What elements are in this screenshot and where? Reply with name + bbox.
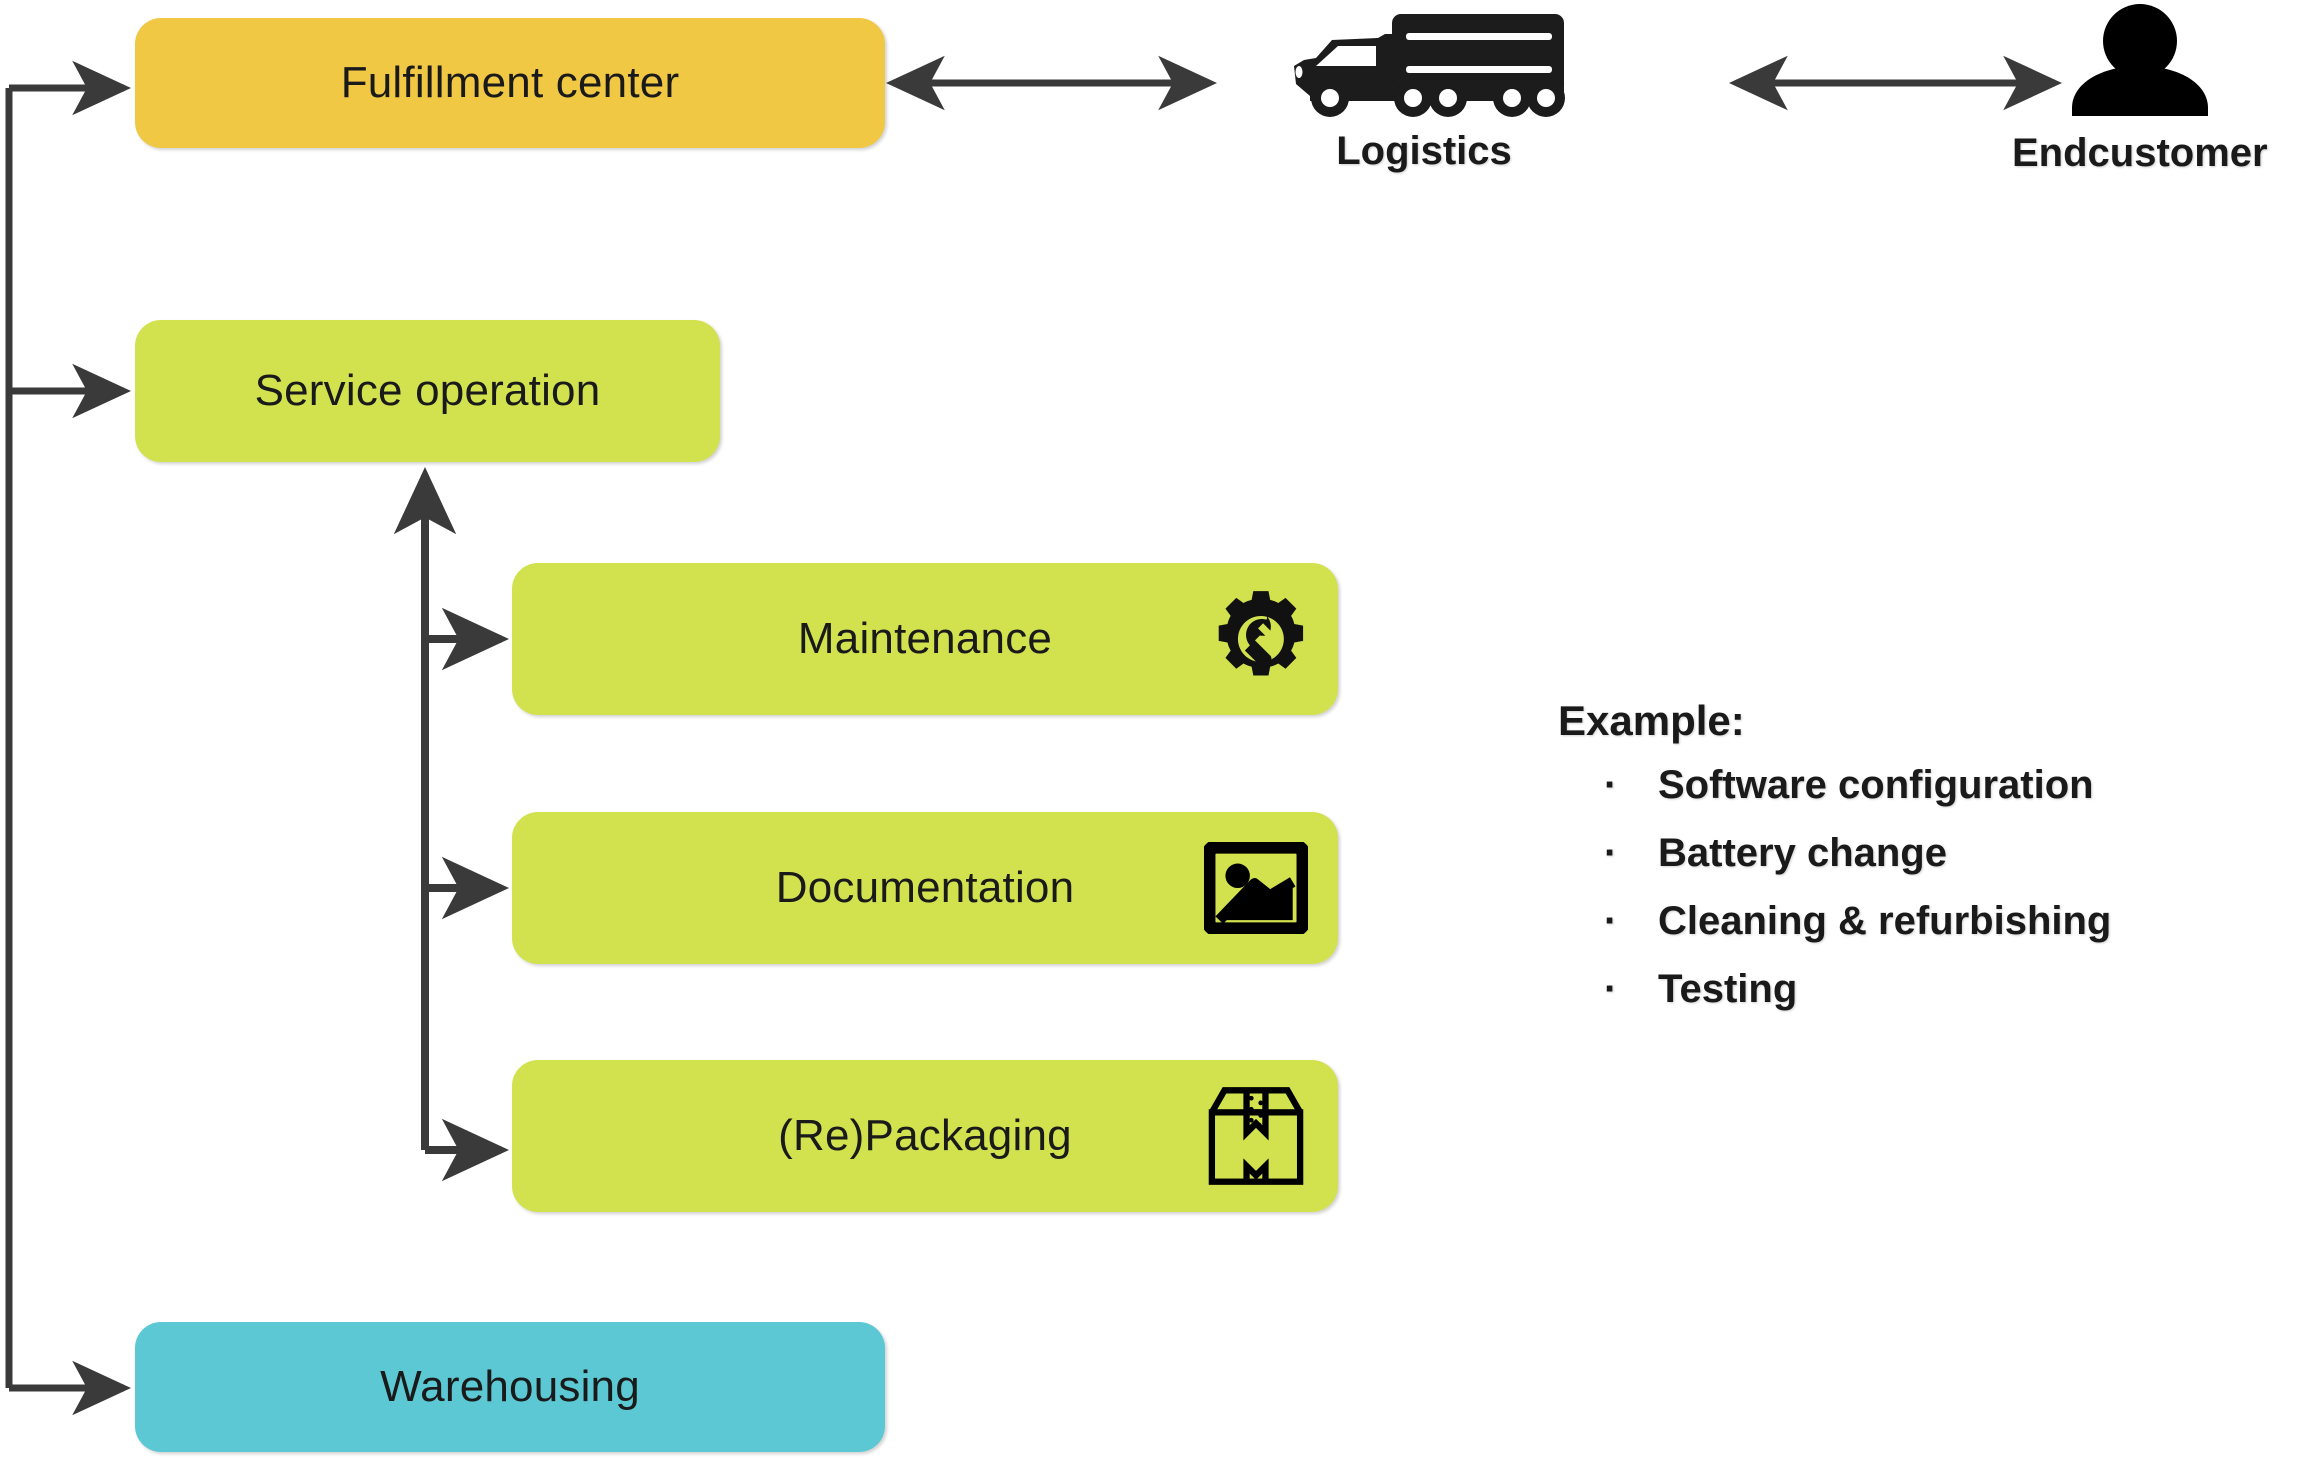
actor-logistics[interactable]: Logistics	[1282, 8, 1566, 174]
example-title: Example:	[1558, 697, 1745, 744]
gear-wrench-icon	[1200, 583, 1312, 695]
node-fulfillment-center[interactable]: Fulfillment center	[135, 18, 885, 148]
example-list-item-label: Cleaning & refurbishing	[1658, 899, 2112, 943]
example-list-item: · Cleaning & refurbishing	[1604, 887, 2111, 955]
truck-icon	[1282, 8, 1566, 125]
actor-endcustomer-label: Endcustomer	[2012, 131, 2268, 175]
example-list-item: · Testing	[1604, 955, 2111, 1023]
node-repackaging-label: (Re)Packaging	[778, 1111, 1072, 1160]
example-list-item: · Battery change	[1604, 819, 2111, 887]
example-list-item-label: Software configuration	[1658, 763, 2094, 807]
person-icon	[2064, 4, 2216, 121]
node-fulfillment-center-label: Fulfillment center	[340, 58, 680, 107]
node-documentation[interactable]: Documentation	[512, 812, 1338, 964]
node-maintenance[interactable]: Maintenance	[512, 563, 1338, 715]
node-service-operation[interactable]: Service operation	[135, 320, 720, 462]
cardboard-box-icon	[1200, 1080, 1312, 1192]
example-list-item-label: Battery change	[1658, 831, 1947, 875]
bullet-icon: ·	[1604, 831, 1618, 875]
example-list-item: · Software configuration	[1604, 751, 2111, 819]
node-warehousing[interactable]: Warehousing	[135, 1322, 885, 1452]
actor-endcustomer[interactable]: Endcustomer	[2012, 4, 2268, 176]
process-flow-diagram: Fulfillment center Service operation Mai…	[0, 0, 2323, 1470]
bullet-icon: ·	[1604, 967, 1618, 1011]
node-documentation-label: Documentation	[775, 863, 1075, 912]
example-list: · Software configuration · Battery chang…	[1558, 751, 2111, 1023]
example-block: Example: · Software configuration · Batt…	[1558, 697, 2111, 1023]
node-service-operation-label: Service operation	[254, 366, 601, 415]
bullet-icon: ·	[1604, 899, 1618, 943]
actor-logistics-label: Logistics	[1336, 129, 1512, 173]
image-frame-icon	[1200, 832, 1312, 944]
node-maintenance-label: Maintenance	[797, 614, 1053, 663]
example-list-item-label: Testing	[1658, 967, 1798, 1011]
node-warehousing-label: Warehousing	[380, 1362, 640, 1411]
node-repackaging[interactable]: (Re)Packaging	[512, 1060, 1338, 1212]
bullet-icon: ·	[1604, 763, 1618, 807]
